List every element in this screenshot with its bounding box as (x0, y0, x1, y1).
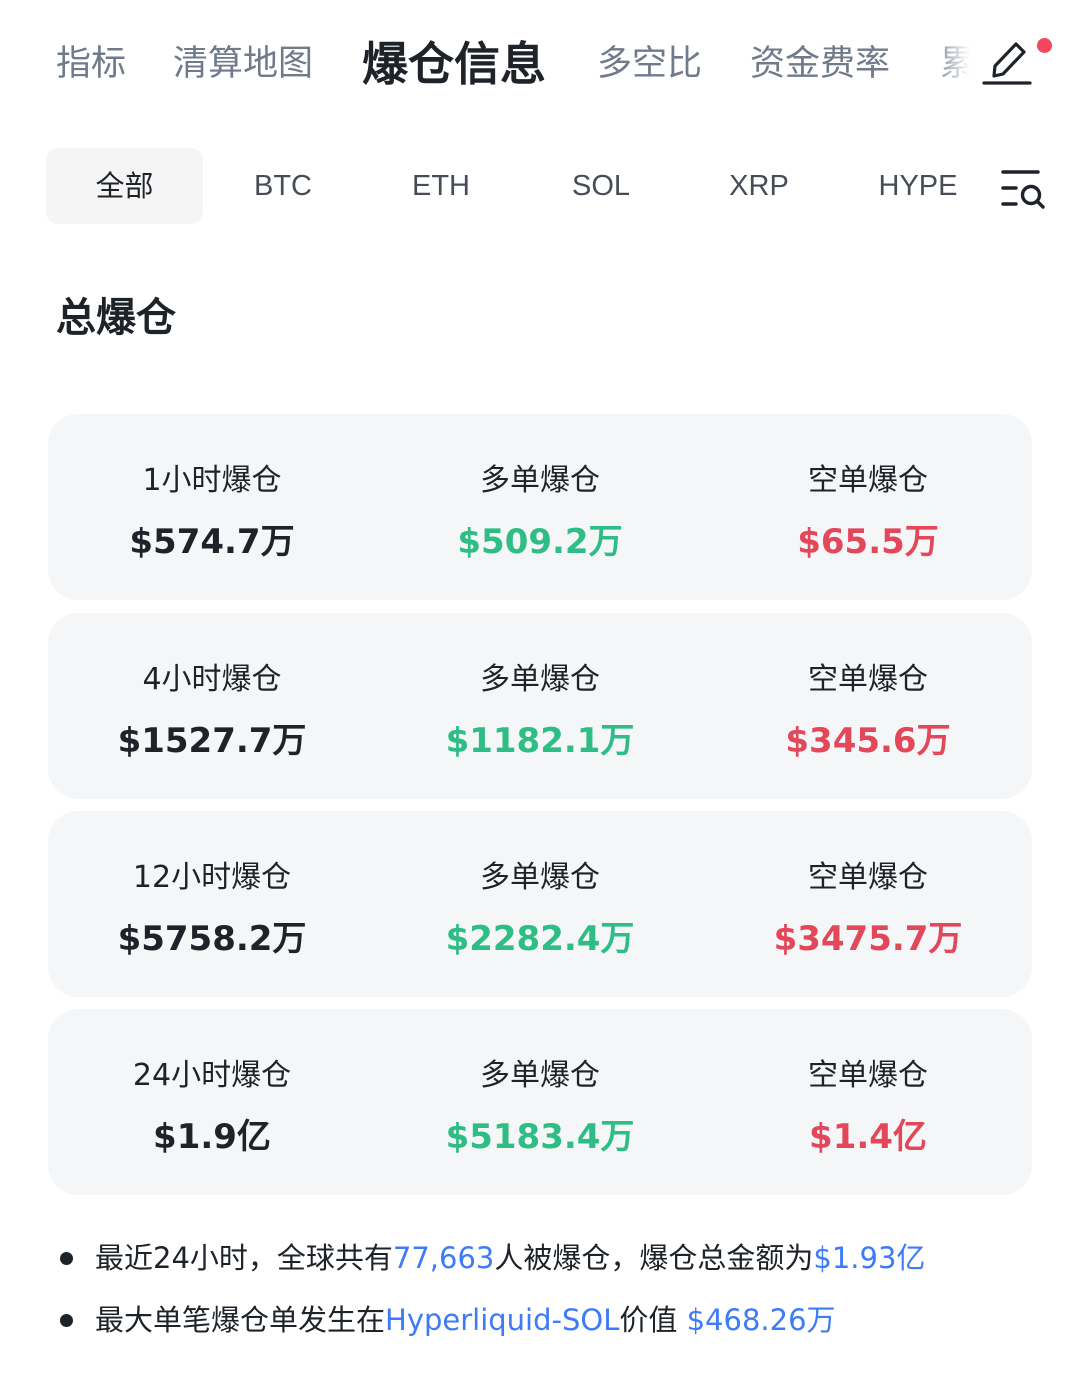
list-search-icon (1001, 170, 1045, 209)
coin-tab-xrp[interactable]: XRP (692, 148, 826, 224)
stat-long-value: $509.2万 (457, 522, 623, 562)
stat-long-label: 多单爆仓 (480, 1058, 600, 1093)
stat-total: 12小时爆仓 $5758.2万 (48, 811, 376, 997)
stat-card-1h: 1小时爆仓 $574.7万 多单爆仓 $509.2万 空单爆仓 $65.5万 (48, 414, 1032, 600)
section-title: 总爆仓 (56, 295, 176, 341)
stat-short-label: 空单爆仓 (808, 662, 928, 697)
pencil-icon (982, 42, 1032, 85)
stat-long: 多单爆仓 $5183.4万 (376, 1009, 704, 1195)
coin-tab-hype[interactable]: HYPE (851, 148, 985, 224)
coin-tab-btc[interactable]: BTC (216, 148, 350, 224)
note-text: 最大单笔爆仓单发生在 (95, 1303, 386, 1337)
stat-total-label: 24小时爆仓 (132, 1058, 292, 1093)
note-text: 最近24小时，全球共有 (95, 1241, 393, 1275)
stat-short: 空单爆仓 $65.5万 (704, 414, 1032, 600)
stat-total-label: 12小时爆仓 (132, 860, 292, 895)
pair-link[interactable]: Hyperliquid-SOL (385, 1303, 619, 1337)
stat-short-label: 空单爆仓 (808, 1058, 928, 1093)
coin-tab-eth[interactable]: ETH (374, 148, 508, 224)
stat-card-4h: 4小时爆仓 $1527.7万 多单爆仓 $1182.1万 空单爆仓 $345.6… (48, 613, 1032, 799)
coin-tab-all[interactable]: 全部 (46, 148, 203, 224)
note-largest-order: 最大单笔爆仓单发生在Hyperliquid-SOL价值 $468.26万 (60, 1298, 1060, 1342)
stat-total-value: $5758.2万 (117, 919, 307, 959)
stat-total-value: $1.9亿 (153, 1117, 271, 1157)
stat-short-label: 空单爆仓 (808, 860, 928, 895)
stat-long-value: $1182.1万 (445, 721, 635, 761)
liquidated-count-link[interactable]: 77,663 (393, 1241, 494, 1275)
tabs-fade (930, 20, 970, 110)
largest-amount-link[interactable]: $468.26万 (687, 1303, 836, 1337)
stat-long: 多单爆仓 $1182.1万 (376, 613, 704, 799)
note-text: 人被爆仓，爆仓总金额为 (494, 1241, 814, 1275)
tab-funding-rate[interactable]: 资金费率 (750, 40, 890, 88)
coin-tab-sol[interactable]: SOL (534, 148, 668, 224)
bullet-dot (60, 1251, 73, 1265)
stat-long: 多单爆仓 $2282.4万 (376, 811, 704, 997)
top-tab-bar: 指标 清算地图 爆仓信息 多空比 资金费率 累 (0, 0, 1080, 130)
tab-long-short-ratio[interactable]: 多空比 (597, 40, 702, 88)
stat-long-value: $2282.4万 (445, 919, 635, 959)
stat-long-value: $5183.4万 (445, 1117, 635, 1157)
stat-long-label: 多单爆仓 (480, 662, 600, 697)
stat-total: 4小时爆仓 $1527.7万 (48, 613, 376, 799)
stat-short: 空单爆仓 $3475.7万 (704, 811, 1032, 997)
stat-total: 24小时爆仓 $1.9亿 (48, 1009, 376, 1195)
stat-card-12h: 12小时爆仓 $5758.2万 多单爆仓 $2282.4万 空单爆仓 $3475… (48, 811, 1032, 997)
coin-search-button[interactable] (998, 164, 1048, 214)
stat-total-label: 1小时爆仓 (142, 463, 282, 498)
edit-tabs-button[interactable] (970, 30, 1080, 100)
bullet-dot (60, 1313, 73, 1327)
stat-short-value: $1.4亿 (809, 1117, 927, 1157)
stat-long-label: 多单爆仓 (480, 860, 600, 895)
notification-dot (1037, 38, 1052, 53)
stat-long: 多单爆仓 $509.2万 (376, 414, 704, 600)
stat-short-value: $3475.7万 (773, 919, 963, 959)
tab-liquidation-info[interactable]: 爆仓信息 (362, 34, 546, 94)
stat-short: 空单爆仓 $345.6万 (704, 613, 1032, 799)
tab-liquidation-map[interactable]: 清算地图 (173, 40, 313, 88)
note-24h-summary: 最近24小时，全球共有77,663人被爆仓，爆仓总金额为$1.93亿 (60, 1236, 1060, 1280)
stat-short-value: $65.5万 (797, 522, 939, 562)
tab-indicators[interactable]: 指标 (56, 40, 126, 88)
stat-total-value: $1527.7万 (117, 721, 307, 761)
stat-total-value: $574.7万 (129, 522, 295, 562)
coin-filter-bar: 全部 BTC ETH SOL XRP HYPE (0, 140, 1080, 230)
total-amount-link[interactable]: $1.93亿 (813, 1241, 925, 1275)
stat-long-label: 多单爆仓 (480, 463, 600, 498)
stat-card-24h: 24小时爆仓 $1.9亿 多单爆仓 $5183.4万 空单爆仓 $1.4亿 (48, 1009, 1032, 1195)
stat-short: 空单爆仓 $1.4亿 (704, 1009, 1032, 1195)
stat-short-label: 空单爆仓 (808, 463, 928, 498)
stat-total: 1小时爆仓 $574.7万 (48, 414, 376, 600)
stat-short-value: $345.6万 (785, 721, 951, 761)
note-text: 价值 (619, 1303, 687, 1337)
stat-total-label: 4小时爆仓 (142, 662, 282, 697)
